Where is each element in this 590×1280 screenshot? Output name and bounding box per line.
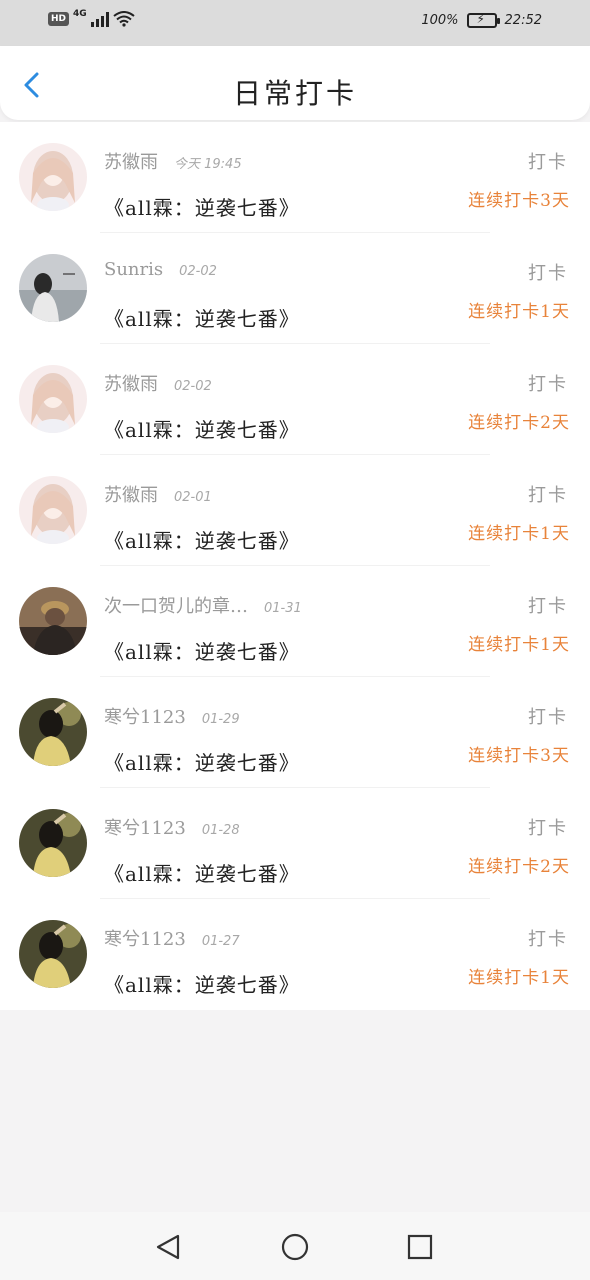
anime-girl-avatar[interactable]	[19, 365, 87, 433]
checkin-date: 01-31	[264, 601, 302, 616]
streak-label: 连续打卡1天	[468, 635, 570, 655]
girl-photo-avatar[interactable]	[19, 809, 87, 877]
name-line: 寒兮1123 01-29	[104, 703, 240, 729]
signal-icon	[90, 11, 109, 27]
user-name[interactable]: 寒兮1123	[104, 703, 186, 729]
list-item[interactable]: 寒兮1123 01-29 《all霖：逆袭七番》 打卡 连续打卡3天	[0, 677, 590, 788]
user-name[interactable]: 苏徽雨	[104, 481, 158, 507]
status-right: 100% ⚡ 22:52	[421, 12, 542, 28]
user-name[interactable]: 寒兮1123	[104, 814, 186, 840]
book-title[interactable]: 《all霖：逆袭七番》	[104, 858, 300, 887]
checkin-date: 02-02	[174, 379, 212, 394]
book-title[interactable]: 《all霖：逆袭七番》	[104, 192, 300, 221]
streak-label: 连续打卡2天	[468, 413, 570, 433]
network-type: 4G	[73, 9, 87, 19]
book-title[interactable]: 《all霖：逆袭七番》	[104, 414, 300, 443]
name-line: 次一口贺儿的章… 01-31	[104, 592, 302, 618]
list-item[interactable]: 寒兮1123 01-27 《all霖：逆袭七番》 打卡 连续打卡1天	[0, 899, 590, 1010]
name-line: 苏徽雨 02-01	[104, 481, 212, 507]
book-title[interactable]: 《all霖：逆袭七番》	[104, 636, 300, 665]
battery-percent: 100%	[421, 13, 459, 28]
clock: 22:52	[504, 13, 542, 28]
checkin-date: 01-29	[201, 712, 240, 727]
name-line: 寒兮1123 01-28	[104, 814, 240, 840]
name-line: Sunris 02-02	[104, 259, 217, 280]
name-line: 苏徽雨 今天 19:45	[104, 148, 242, 174]
checkin-label: 打卡	[528, 707, 568, 728]
user-name[interactable]: 苏徽雨	[104, 148, 158, 174]
name-line: 寒兮1123 01-27	[104, 925, 240, 951]
book-title[interactable]: 《all霖：逆袭七番》	[104, 303, 300, 332]
streak-label: 连续打卡3天	[468, 746, 570, 766]
checkin-label: 打卡	[528, 263, 568, 284]
list-item[interactable]: 苏徽雨 02-01 《all霖：逆袭七番》 打卡 连续打卡1天	[0, 455, 590, 566]
page-title: 日常打卡	[232, 77, 357, 110]
name-line: 苏徽雨 02-02	[104, 370, 212, 396]
checkin-label: 打卡	[528, 152, 568, 173]
streak-label: 连续打卡3天	[468, 191, 570, 211]
user-name[interactable]: 苏徽雨	[104, 370, 158, 396]
circle-home-icon[interactable]	[280, 1232, 310, 1262]
triangle-back-icon[interactable]	[154, 1232, 184, 1262]
book-title[interactable]: 《all霖：逆袭七番》	[104, 747, 300, 776]
streak-label: 连续打卡2天	[468, 857, 570, 877]
user-name[interactable]: 寒兮1123	[104, 925, 186, 951]
list-item[interactable]: 寒兮1123 01-28 《all霖：逆袭七番》 打卡 连续打卡2天	[0, 788, 590, 899]
checkin-date: 今天 19:45	[174, 157, 242, 172]
hd-icon: HD	[48, 12, 70, 26]
header: 日常打卡	[0, 46, 590, 120]
girl-photo-avatar[interactable]	[19, 698, 87, 766]
streak-label: 连续打卡1天	[468, 302, 570, 322]
checkin-list: 苏徽雨 今天 19:45 《all霖：逆袭七番》 打卡 连续打卡3天 Sunri…	[0, 122, 590, 1010]
book-title[interactable]: 《all霖：逆袭七番》	[104, 969, 300, 998]
list-item[interactable]: 次一口贺儿的章… 01-31 《all霖：逆袭七番》 打卡 连续打卡1天	[0, 566, 590, 677]
book-title[interactable]: 《all霖：逆袭七番》	[104, 525, 300, 554]
streak-label: 连续打卡1天	[468, 968, 570, 988]
list-item[interactable]: 苏徽雨 02-02 《all霖：逆袭七番》 打卡 连续打卡2天	[0, 344, 590, 455]
checkin-label: 打卡	[528, 818, 568, 839]
checkin-date: 02-02	[179, 264, 217, 279]
user-name[interactable]: Sunris	[104, 259, 163, 280]
checkin-label: 打卡	[528, 929, 568, 950]
checkin-label: 打卡	[528, 374, 568, 395]
anime-girl-avatar[interactable]	[19, 476, 87, 544]
hat-person-avatar[interactable]	[19, 587, 87, 655]
checkin-date: 02-01	[174, 490, 212, 505]
battery-icon: ⚡	[466, 12, 500, 28]
square-recents-icon[interactable]	[405, 1232, 435, 1262]
checkin-label: 打卡	[528, 596, 568, 617]
streak-label: 连续打卡1天	[468, 524, 570, 544]
checkin-date: 01-27	[201, 934, 240, 949]
anime-girl-avatar[interactable]	[19, 143, 87, 211]
beach-photo-avatar[interactable]	[19, 254, 87, 322]
checkin-label: 打卡	[528, 485, 568, 506]
girl-photo-avatar[interactable]	[19, 920, 87, 988]
list-item[interactable]: Sunris 02-02 《all霖：逆袭七番》 打卡 连续打卡1天	[0, 233, 590, 344]
system-nav-bar	[0, 1212, 590, 1280]
user-name[interactable]: 次一口贺儿的章…	[104, 592, 248, 618]
status-bar: HD 4G 100% ⚡ 22:52	[0, 0, 590, 46]
status-left: HD 4G	[48, 9, 135, 27]
wifi-icon	[113, 11, 135, 27]
checkin-date: 01-28	[201, 823, 240, 838]
list-item[interactable]: 苏徽雨 今天 19:45 《all霖：逆袭七番》 打卡 连续打卡3天	[0, 122, 590, 233]
